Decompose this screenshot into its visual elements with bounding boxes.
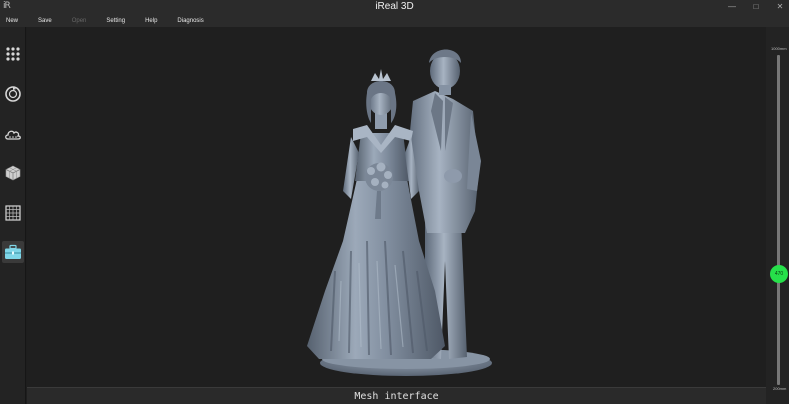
status-bar: Mesh interface — [27, 387, 766, 404]
grid-dots-icon — [6, 47, 20, 61]
sidebar-item-mesh[interactable] — [2, 162, 24, 184]
window-controls: — □ ✕ — [727, 0, 785, 14]
scanned-mesh-model — [307, 49, 492, 376]
menu-setting[interactable]: Setting — [106, 18, 125, 24]
minimize-button[interactable]: — — [727, 0, 737, 14]
mesh-cube-icon — [5, 165, 21, 181]
window-title: iReal 3D — [375, 1, 414, 12]
sidebar-item-texture[interactable] — [2, 202, 24, 224]
menu-save[interactable]: Save — [38, 18, 52, 24]
distance-panel: 1000mm 470 200mm — [766, 27, 789, 404]
menu-open: Open — [71, 17, 87, 24]
title-bar: iR iReal 3D — □ ✕ — [0, 0, 789, 14]
maximize-button[interactable]: □ — [751, 0, 761, 14]
distance-slider-knob[interactable]: 470 — [770, 264, 788, 283]
sidebar-item-scan[interactable] — [2, 83, 24, 105]
texture-grid-icon — [5, 205, 21, 221]
sidebar-item-dots[interactable] — [2, 43, 24, 65]
menu-bar: New Save Open Setting Help Diagnosis — [0, 14, 789, 27]
sidebar-item-toolbox[interactable] — [2, 241, 24, 263]
menu-help[interactable]: Help — [145, 18, 157, 24]
range-min-label: 200mm — [773, 386, 787, 391]
status-text: Mesh interface — [354, 391, 439, 402]
tool-sidebar — [0, 27, 26, 404]
menu-diagnosis[interactable]: Diagnosis — [177, 18, 203, 24]
menu-new[interactable]: New — [6, 18, 18, 24]
sidebar-item-cloud[interactable] — [2, 123, 24, 145]
close-button[interactable]: ✕ — [775, 0, 785, 14]
3d-viewport[interactable] — [27, 27, 766, 387]
scan-rotate-icon — [5, 86, 21, 102]
range-max-label: 1000mm — [771, 46, 787, 51]
distance-slider-track[interactable] — [777, 55, 780, 385]
toolbox-icon — [5, 244, 21, 259]
cloud-icon — [5, 130, 21, 140]
